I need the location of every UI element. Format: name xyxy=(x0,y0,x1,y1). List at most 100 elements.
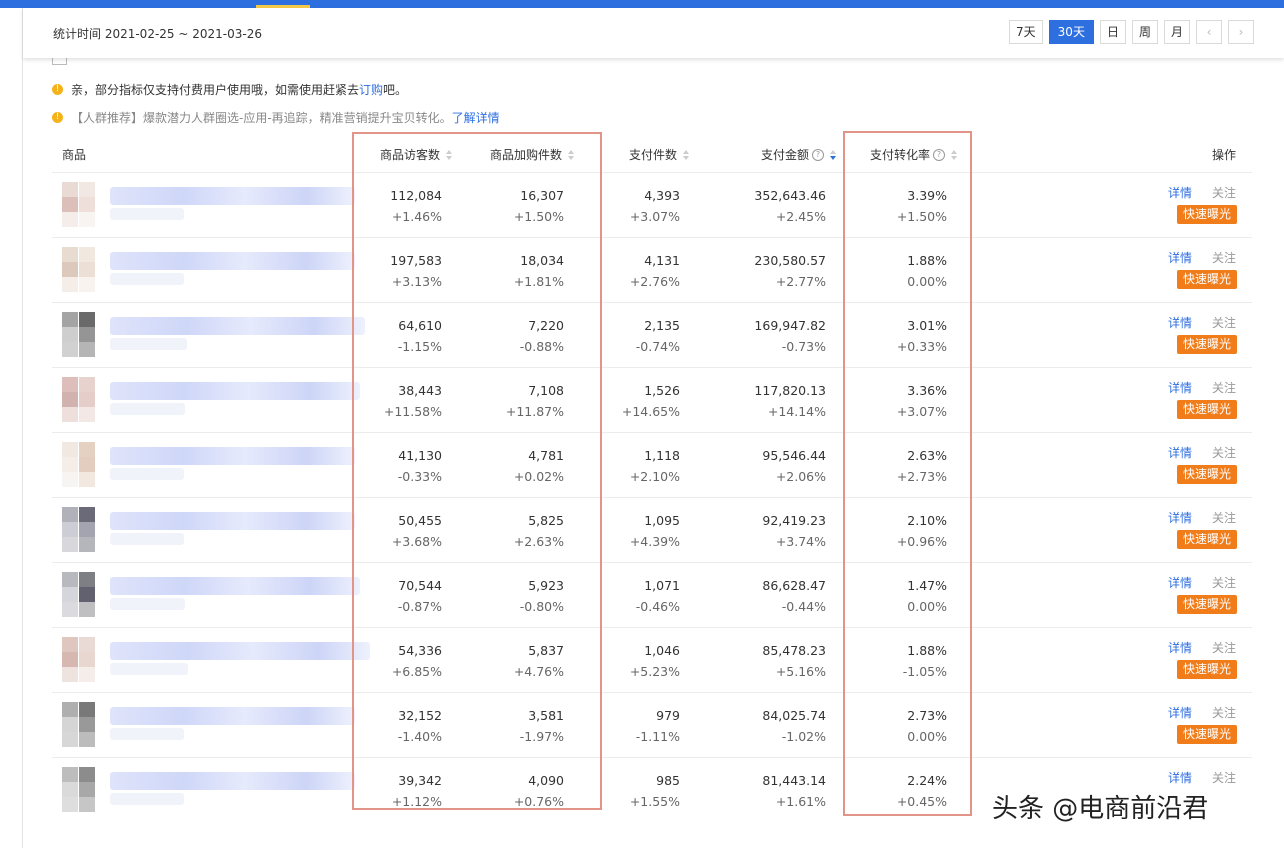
help-icon[interactable]: ? xyxy=(812,148,825,161)
thumbnail-pixel xyxy=(79,457,95,472)
detail-link[interactable]: 详情 xyxy=(1168,379,1192,396)
product-thumbnail[interactable] xyxy=(62,507,95,552)
thumbnail-pixel xyxy=(79,522,95,537)
thumbnail-pixel xyxy=(79,782,95,797)
follow-link[interactable]: 关注 xyxy=(1212,639,1236,656)
thumbnail-pixel xyxy=(79,587,95,602)
range-30d-button[interactable]: 30天 xyxy=(1048,20,1094,44)
table-row: 64,610 -1.15% 7,220 -0.88% 2,135 -0.74% 169,94… xyxy=(52,302,1252,366)
thumbnail-pixel xyxy=(79,407,95,422)
product-thumbnail[interactable] xyxy=(62,377,95,422)
thumbnail-pixel xyxy=(79,702,95,717)
next-period-button[interactable]: › xyxy=(1228,20,1254,44)
follow-link[interactable]: 关注 xyxy=(1212,704,1236,721)
detail-link[interactable]: 详情 xyxy=(1168,704,1192,721)
thumbnail-pixel xyxy=(62,342,78,357)
quick-expose-button[interactable]: 快速曝光 xyxy=(1177,270,1237,289)
thumbnail-pixel xyxy=(62,667,78,682)
detail-link[interactable]: 详情 xyxy=(1168,444,1192,461)
product-thumbnail[interactable] xyxy=(62,572,95,617)
follow-link[interactable]: 关注 xyxy=(1212,769,1236,786)
thumbnail-pixel xyxy=(79,197,95,212)
thumbnail-pixel xyxy=(62,537,78,552)
thumbnail-pixel xyxy=(62,407,78,422)
product-thumbnail[interactable] xyxy=(62,442,95,487)
thumbnail-pixel xyxy=(62,767,78,782)
product-subtitle-blurred xyxy=(110,793,184,805)
product-thumbnail[interactable] xyxy=(62,637,95,682)
range-day-button[interactable]: 日 xyxy=(1099,20,1126,44)
detail-link[interactable]: 详情 xyxy=(1168,184,1192,201)
detail-link[interactable]: 详情 xyxy=(1168,639,1192,656)
range-month-button[interactable]: 月 xyxy=(1163,20,1190,44)
follow-link[interactable]: 关注 xyxy=(1212,574,1236,591)
product-thumbnail[interactable] xyxy=(62,182,95,227)
thumbnail-pixel xyxy=(62,572,78,587)
range-7d-button[interactable]: 7天 xyxy=(1009,20,1043,44)
follow-link[interactable]: 关注 xyxy=(1212,314,1236,331)
thumbnail-pixel xyxy=(79,342,95,357)
thumbnail-pixel xyxy=(79,182,95,197)
thumbnail-pixel xyxy=(62,472,78,487)
highlight-box-conversion xyxy=(843,131,972,816)
detail-link[interactable]: 详情 xyxy=(1168,574,1192,591)
col-header-action: 操作 xyxy=(1212,148,1237,162)
sort-icon[interactable] xyxy=(683,149,690,160)
table-row: 50,455 +3.68% 5,825 +2.63% 1,095 +4.39% 92,419… xyxy=(52,497,1252,561)
thumbnail-pixel xyxy=(62,197,78,212)
quick-expose-button[interactable]: 快速曝光 xyxy=(1177,595,1237,614)
warning-icon: ! xyxy=(52,112,63,123)
thumbnail-pixel xyxy=(79,572,95,587)
follow-link[interactable]: 关注 xyxy=(1212,509,1236,526)
quick-expose-button[interactable]: 快速曝光 xyxy=(1177,465,1237,484)
follow-link[interactable]: 关注 xyxy=(1212,444,1236,461)
quick-expose-button[interactable]: 快速曝光 xyxy=(1177,725,1237,744)
sort-desc-icon[interactable] xyxy=(830,149,837,160)
thumbnail-pixel xyxy=(62,457,78,472)
quick-expose-button[interactable]: 快速曝光 xyxy=(1177,660,1237,679)
col-header-paid-amount[interactable]: 支付金额? xyxy=(761,146,837,163)
thumbnail-pixel xyxy=(79,637,95,652)
thumbnail-pixel xyxy=(79,392,95,407)
col-header-paid-qty[interactable]: 支付件数 xyxy=(629,146,690,163)
thumbnail-pixel xyxy=(62,732,78,747)
range-week-button[interactable]: 周 xyxy=(1131,20,1158,44)
range-selector: 7天 30天 日 周 月 ‹ › xyxy=(1009,20,1254,44)
product-subtitle-blurred xyxy=(110,598,185,610)
quick-expose-button[interactable]: 快速曝光 xyxy=(1177,400,1237,419)
learn-more-link[interactable]: 了解详情 xyxy=(452,109,500,126)
detail-link[interactable]: 详情 xyxy=(1168,314,1192,331)
product-thumbnail[interactable] xyxy=(62,767,95,812)
product-subtitle-blurred xyxy=(110,663,188,675)
top-nav-bar xyxy=(0,0,1284,8)
thumbnail-pixel xyxy=(62,507,78,522)
quick-expose-button[interactable]: 快速曝光 xyxy=(1177,335,1237,354)
thumbnail-pixel xyxy=(62,522,78,537)
detail-link[interactable]: 详情 xyxy=(1168,509,1192,526)
product-subtitle-blurred xyxy=(110,403,185,415)
follow-link[interactable]: 关注 xyxy=(1212,184,1236,201)
prev-period-button[interactable]: ‹ xyxy=(1196,20,1222,44)
follow-link[interactable]: 关注 xyxy=(1212,379,1236,396)
panel-left-border xyxy=(22,8,23,848)
date-range-header: 统计时间 2021-02-25 ~ 2021-03-26 7天 30天 日 周 … xyxy=(23,8,1284,58)
thumbnail-pixel xyxy=(62,312,78,327)
detail-link[interactable]: 详情 xyxy=(1168,249,1192,266)
follow-link[interactable]: 关注 xyxy=(1212,249,1236,266)
warning-icon: ! xyxy=(52,84,63,95)
thumbnail-pixel xyxy=(62,247,78,262)
product-thumbnail[interactable] xyxy=(62,702,95,747)
table-row: 32,152 -1.40% 3,581 -1.97% 979 -1.11% 84,025.7… xyxy=(52,692,1252,756)
detail-link[interactable]: 详情 xyxy=(1168,769,1192,786)
notice-text: 亲，部分指标仅支持付费用户使用哦，如需使用赶紧去 xyxy=(71,83,360,97)
table-row: 41,130 -0.33% 4,781 +0.02% 1,118 +2.10% 95,546… xyxy=(52,432,1252,496)
thumbnail-pixel xyxy=(62,717,78,732)
thumbnail-pixel xyxy=(62,602,78,617)
thumbnail-pixel xyxy=(79,602,95,617)
thumbnail-pixel xyxy=(62,442,78,457)
quick-expose-button[interactable]: 快速曝光 xyxy=(1177,205,1237,224)
subscribe-link[interactable]: 订购 xyxy=(359,81,383,98)
quick-expose-button[interactable]: 快速曝光 xyxy=(1177,530,1237,549)
product-thumbnail[interactable] xyxy=(62,247,95,292)
product-thumbnail[interactable] xyxy=(62,312,95,357)
